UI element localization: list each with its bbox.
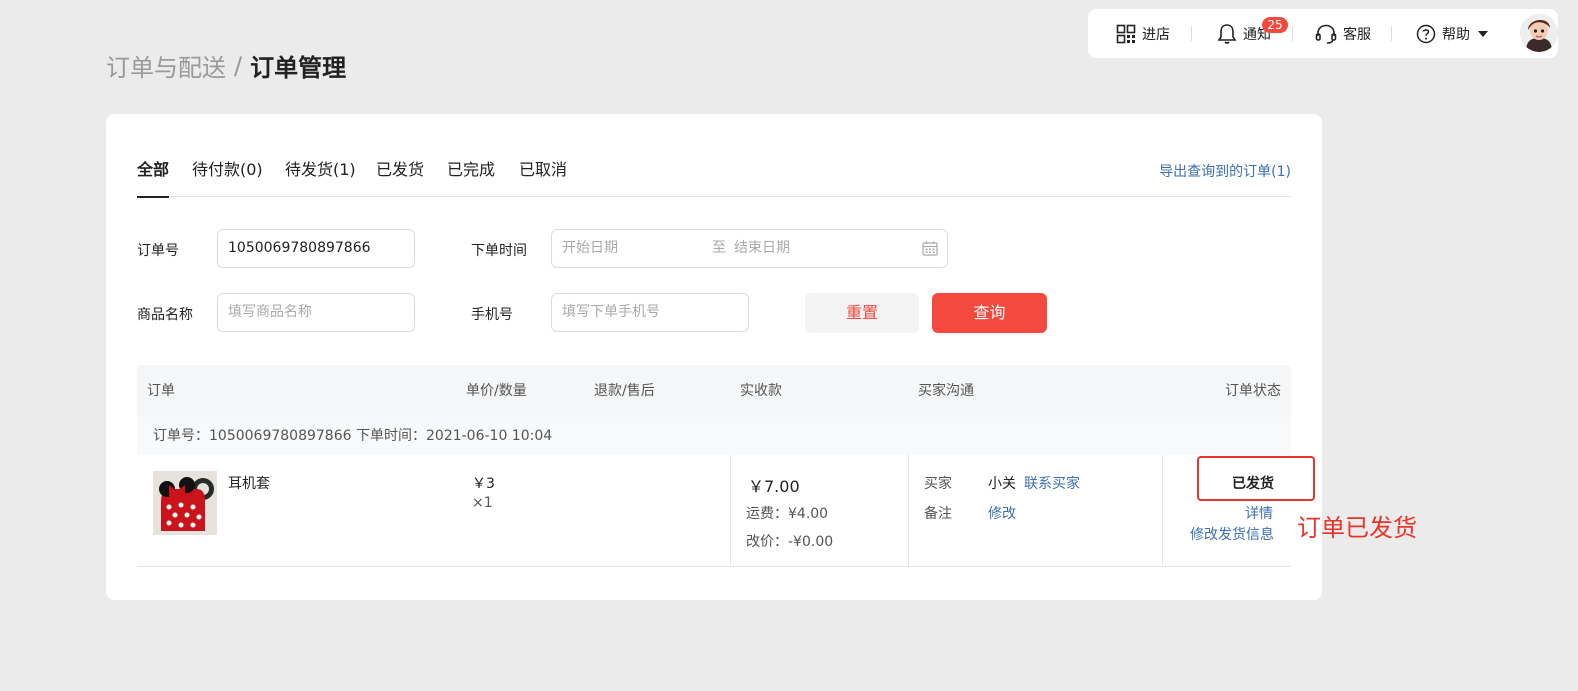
help-label: 帮助 — [1442, 26, 1470, 43]
product-name-input[interactable]: 填写商品名称 — [217, 293, 415, 332]
order-no-label: 订单号 — [137, 243, 179, 259]
user-avatar[interactable] — [1520, 14, 1558, 52]
column-header-status: 订单状态 — [1225, 383, 1281, 399]
query-button[interactable]: 查询 — [932, 293, 1047, 333]
shipping-fee: 运费：¥4.00 — [746, 506, 829, 522]
phone-input[interactable]: 填写下单手机号 — [551, 293, 749, 332]
contact-buyer-link[interactable]: 联系买家 — [1024, 473, 1080, 493]
bell-icon — [1217, 23, 1237, 45]
column-header-order: 订单 — [147, 383, 175, 399]
column-divider — [1162, 455, 1163, 567]
tab-cancelled[interactable]: 已取消 — [519, 158, 567, 197]
date-range-separator: 至 — [712, 240, 726, 256]
annotation-label: 订单已发货 — [1297, 514, 1417, 542]
product-name[interactable]: 耳机套 — [228, 473, 270, 493]
annotation-highlight-box — [1197, 456, 1315, 501]
tab-all[interactable]: 全部 — [137, 158, 170, 198]
modify-shipping-info-link[interactable]: 修改发货信息 — [1190, 524, 1274, 544]
order-number: 订单号：1050069780897866 — [153, 428, 352, 444]
received-amount: ￥7.00 — [748, 477, 800, 496]
reset-button[interactable]: 重置 — [805, 293, 919, 333]
column-divider — [730, 455, 731, 567]
enter-store-button[interactable]: 进店 — [1116, 9, 1170, 58]
phone-placeholder: 填写下单手机号 — [562, 304, 660, 320]
column-header-received: 实收款 — [740, 383, 782, 399]
column-header-price-qty: 单价/数量 — [466, 383, 527, 399]
top-toolbar: 进店 通知 25 客服 帮助 — [1088, 9, 1558, 58]
modify-note-link[interactable]: 修改 — [988, 503, 1016, 523]
order-no-input[interactable]: 1050069780897866 — [217, 229, 415, 268]
quantity: ×1 — [472, 495, 493, 511]
toolbar-divider — [1292, 26, 1293, 41]
toolbar-divider — [1391, 26, 1392, 41]
end-date-input[interactable]: 结束日期 — [734, 230, 790, 267]
order-no-value: 1050069780897866 — [228, 240, 371, 256]
phone-label: 手机号 — [471, 307, 513, 323]
headset-icon — [1315, 24, 1337, 44]
note-label: 备注 — [924, 506, 952, 522]
column-header-buyer-contact: 买家沟通 — [918, 383, 974, 399]
caret-down-icon — [1478, 30, 1488, 37]
customer-service-label: 客服 — [1343, 26, 1371, 43]
order-detail-link[interactable]: 详情 — [1245, 503, 1273, 523]
buyer-label: 买家 — [924, 476, 952, 492]
column-header-refund: 退款/售后 — [594, 383, 655, 399]
order-table-header: 订单 单价/数量 退款/售后 实收款 买家沟通 订单状态 — [137, 365, 1291, 417]
column-divider — [908, 455, 909, 567]
breadcrumb: 订单与配送 / 订单管理 — [106, 48, 346, 83]
start-date-input[interactable]: 开始日期 — [562, 230, 618, 267]
help-circle-icon — [1416, 24, 1436, 44]
product-name-label: 商品名称 — [137, 307, 193, 323]
breadcrumb-separator: / — [234, 51, 243, 80]
export-orders-link[interactable]: 导出查询到的订单(1) — [1159, 161, 1291, 181]
unit-price: ￥3 — [472, 476, 495, 492]
order-time: 下单时间：2021-06-10 10:04 — [356, 428, 553, 444]
tab-pending-payment[interactable]: 待付款(0) — [192, 158, 263, 197]
breadcrumb-parent-link[interactable]: 订单与配送 — [106, 48, 226, 83]
product-thumbnail[interactable] — [153, 471, 217, 535]
buyer-name: 小关 — [988, 476, 1016, 492]
order-row: 耳机套 ￥3 ×1 ￥7.00 运费：¥4.00 改价：-¥0.00 买家 小关… — [137, 455, 1291, 567]
order-date-range-picker[interactable]: 开始日期 至 结束日期 — [551, 229, 948, 268]
enter-store-label: 进店 — [1142, 26, 1170, 43]
order-management-panel: 全部 待付款(0) 待发货(1) 已发货 已完成 已取消 导出查询到的订单(1)… — [106, 114, 1322, 600]
customer-service-button[interactable]: 客服 — [1315, 9, 1371, 58]
order-status-tabs: 全部 待付款(0) 待发货(1) 已发货 已完成 已取消 导出查询到的订单(1) — [137, 158, 1291, 198]
price-adjustment: 改价：-¥0.00 — [746, 534, 834, 550]
qrcode-icon — [1116, 24, 1136, 44]
order-meta-row: 订单号：1050069780897866 下单时间：2021-06-10 10:… — [137, 417, 1291, 455]
notification-button[interactable]: 通知 25 — [1217, 9, 1288, 58]
order-time-label: 下单时间 — [471, 243, 527, 259]
toolbar-divider — [1191, 26, 1192, 41]
help-menu-button[interactable]: 帮助 — [1416, 9, 1488, 58]
product-name-placeholder: 填写商品名称 — [228, 304, 312, 320]
tab-completed[interactable]: 已完成 — [447, 158, 495, 197]
tab-shipped[interactable]: 已发货 — [376, 158, 424, 197]
page-title: 订单管理 — [250, 54, 347, 82]
calendar-icon[interactable] — [922, 241, 938, 256]
notification-count-badge: 25 — [1262, 17, 1288, 33]
tab-pending-shipment[interactable]: 待发货(1) — [285, 158, 356, 197]
